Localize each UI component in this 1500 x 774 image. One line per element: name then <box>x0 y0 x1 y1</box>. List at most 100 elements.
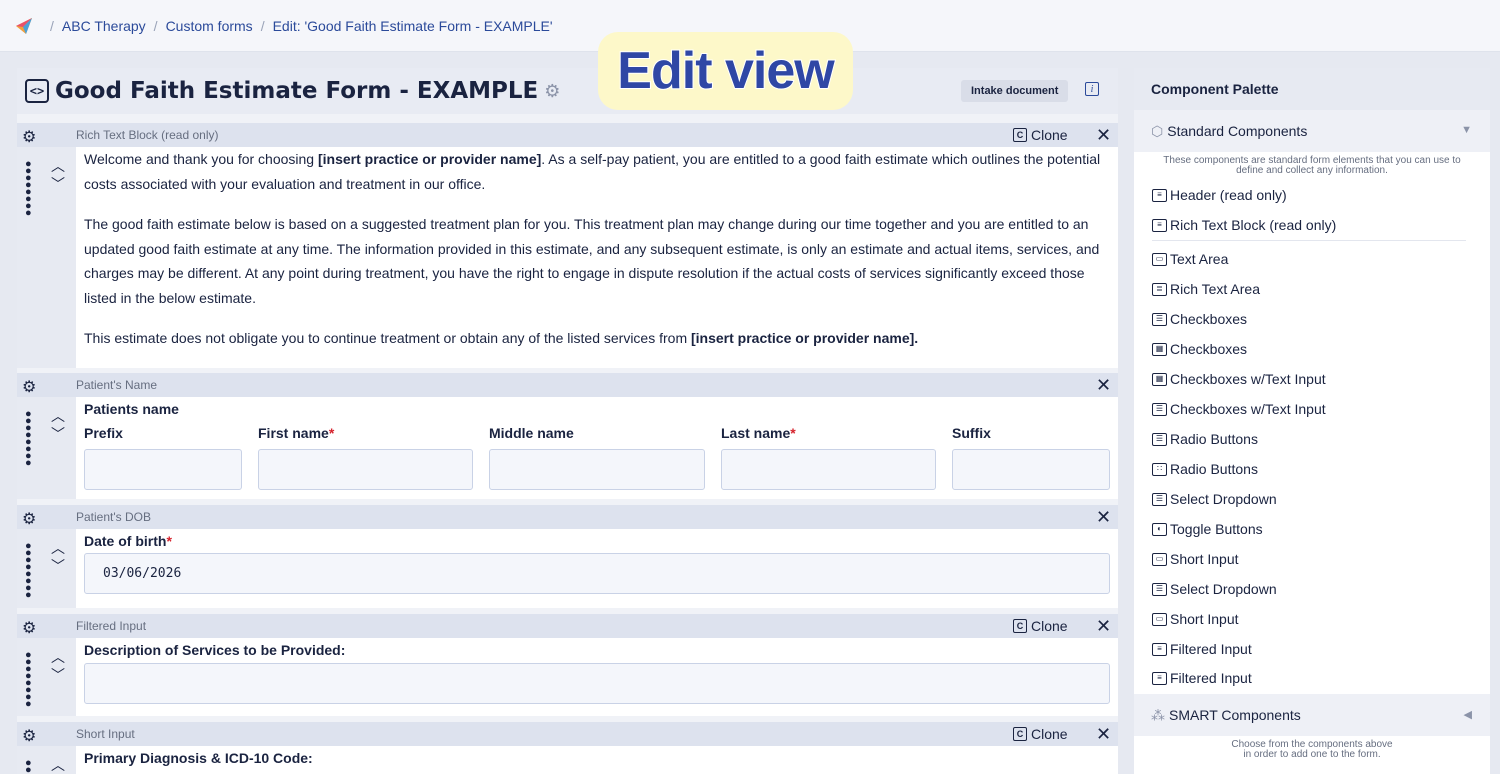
block-settings-gear-icon[interactable]: ⚙ <box>22 377 36 397</box>
suffix-label: Suffix <box>952 425 991 441</box>
remove-block-close-icon[interactable]: ✕ <box>1096 724 1111 745</box>
checkbox-grid-icon: ▦ <box>1152 372 1167 386</box>
palette-item-label: Select Dropdown <box>1170 581 1277 597</box>
palette-item-toggle-buttons[interactable]: ◐ Toggle Buttons <box>1152 519 1263 539</box>
last-name-text: Last name <box>721 425 791 441</box>
clone-label: Clone <box>1031 726 1068 742</box>
clone-button[interactable]: C Clone <box>1013 127 1068 143</box>
remove-block-close-icon[interactable]: ✕ <box>1096 375 1111 396</box>
palette-item-select-dropdown[interactable]: ☰ Select Dropdown <box>1152 489 1277 509</box>
clone-button[interactable]: C Clone <box>1013 726 1068 742</box>
palette-item-rich-text-block[interactable]: ≡ Rich Text Block (read only) <box>1152 215 1336 235</box>
edit-view-badge: Edit view <box>598 32 853 110</box>
smart-components-label: SMART Components <box>1169 707 1301 723</box>
move-down-chevron-icon[interactable]: ﹀ <box>51 666 69 684</box>
component-palette: Component Palette ⬡ Standard Components … <box>1134 68 1490 774</box>
palette-item-checkboxes-grid[interactable]: ▦ Checkboxes <box>1152 339 1247 359</box>
last-name-input[interactable] <box>721 449 936 490</box>
middle-name-input[interactable] <box>489 449 705 490</box>
move-up-chevron-icon[interactable]: ︿ <box>51 539 69 557</box>
suffix-input[interactable] <box>952 449 1110 490</box>
block-settings-gear-icon[interactable]: ⚙ <box>22 726 36 746</box>
move-up-chevron-icon[interactable]: ︿ <box>51 648 69 666</box>
drag-handle-icon[interactable]: ● ● ● ● ● ● ● ● <box>25 409 37 469</box>
collapse-caret-down-icon[interactable]: ▼ <box>1461 124 1472 136</box>
dropdown-icon: ☰ <box>1152 492 1167 506</box>
breadcrumb-link-custom-forms[interactable]: Custom forms <box>166 18 253 34</box>
form-settings-gear-icon[interactable]: ⚙ <box>544 81 560 102</box>
palette-item-checkboxes-text-input-list[interactable]: ☰ Checkboxes w/Text Input <box>1152 399 1326 419</box>
breadcrumb-link-practice[interactable]: ABC Therapy <box>62 18 146 34</box>
first-name-label: First name* <box>258 425 334 441</box>
palette-item-text-area[interactable]: ▭ Text Area <box>1152 249 1228 269</box>
palette-item-radio-buttons[interactable]: ☰ Radio Buttons <box>1152 429 1258 449</box>
palette-item-checkboxes-text-input[interactable]: ▦ Checkboxes w/Text Input <box>1152 369 1326 389</box>
move-down-chevron-icon[interactable]: ﹀ <box>51 175 69 193</box>
block-type-label: Short Input <box>76 727 135 741</box>
palette-item-label: Radio Buttons <box>1170 461 1258 477</box>
rich-text-block-icon: ≡ <box>1152 218 1167 232</box>
move-down-chevron-icon[interactable]: ﹀ <box>51 425 69 443</box>
move-up-chevron-icon[interactable]: ︿ <box>51 756 69 774</box>
remove-block-close-icon[interactable]: ✕ <box>1096 616 1111 637</box>
clone-label: Clone <box>1031 618 1068 634</box>
remove-block-close-icon[interactable]: ✕ <box>1096 125 1111 146</box>
clone-icon: C <box>1013 128 1027 142</box>
checkbox-list-icon: ☰ <box>1152 312 1167 326</box>
move-down-chevron-icon[interactable]: ﹀ <box>51 557 69 575</box>
expand-caret-left-icon[interactable]: ◀ <box>1464 708 1472 721</box>
drag-handle-icon[interactable]: ● ● ● ● ● ● ● ● <box>25 650 37 710</box>
smart-components-header[interactable]: ⁂ SMART Components ◀ <box>1134 694 1490 736</box>
smart-cluster-icon: ⁂ <box>1151 706 1165 723</box>
drag-handle-icon[interactable]: ● ● ● ● ● ● ● ● <box>25 541 37 601</box>
palette-item-checkboxes[interactable]: ☰ Checkboxes <box>1152 309 1247 329</box>
block-toolbar: ⚙ Short Input C Clone ✕ <box>17 722 1118 746</box>
info-icon[interactable]: i <box>1085 82 1099 96</box>
block-toolbar: ⚙ Patient's Name ✕ <box>17 373 1118 397</box>
intake-document-button[interactable]: Intake document <box>961 80 1069 102</box>
clone-button[interactable]: C Clone <box>1013 618 1068 634</box>
drag-handle-icon[interactable]: ● ● ● ● ● ● ● ● <box>25 159 37 219</box>
palette-item-header[interactable]: ≡ Header (read only) <box>1152 185 1287 205</box>
palette-item-filtered-input[interactable]: ≡ Filtered Input <box>1152 639 1252 659</box>
block-settings-gear-icon[interactable]: ⚙ <box>22 618 36 638</box>
palette-item-radio-buttons-grid[interactable]: ∷ Radio Buttons <box>1152 459 1258 479</box>
app-logo-icon[interactable] <box>14 16 34 36</box>
code-view-icon[interactable]: <> <box>25 79 49 103</box>
block-toolbar: ⚙ Rich Text Block (read only) C Clone ✕ <box>17 123 1118 147</box>
block-type-label: Patient's Name <box>76 378 157 392</box>
palette-item-label: Rich Text Block (read only) <box>1170 217 1337 233</box>
clone-label: Clone <box>1031 127 1068 143</box>
standard-components-label: Standard Components <box>1167 123 1308 139</box>
clone-icon: C <box>1013 727 1027 741</box>
palette-item-short-input[interactable]: ▭ Short Input <box>1152 549 1239 569</box>
palette-item-short-input-2[interactable]: ▭ Short Input <box>1152 609 1239 629</box>
prefix-input[interactable] <box>84 449 242 490</box>
required-mark: * <box>790 425 796 441</box>
services-input[interactable] <box>84 663 1110 704</box>
short-input-icon: ▭ <box>1152 552 1167 566</box>
move-up-chevron-icon[interactable]: ︿ <box>51 157 69 175</box>
standard-components-header[interactable]: ⬡ Standard Components ▼ <box>1134 110 1490 152</box>
first-name-text: First name <box>258 425 329 441</box>
palette-item-rich-text-area[interactable]: ≣ Rich Text Area <box>1152 279 1260 299</box>
filtered-input-icon: ≡ <box>1152 671 1167 685</box>
first-name-input[interactable] <box>258 449 473 490</box>
cube-icon: ⬡ <box>1151 122 1164 139</box>
move-up-chevron-icon[interactable]: ︿ <box>51 407 69 425</box>
breadcrumb-current-page: Edit: 'Good Faith Estimate Form - EXAMPL… <box>272 17 553 34</box>
rich-text-span: This estimate does not obligate you to c… <box>84 330 691 346</box>
block-settings-gear-icon[interactable]: ⚙ <box>22 127 36 147</box>
services-field: Description of Services to be Provided: <box>84 642 1110 704</box>
date-of-birth-input[interactable]: 03/06/2026 <box>84 553 1110 594</box>
block-settings-gear-icon[interactable]: ⚙ <box>22 509 36 529</box>
required-mark: * <box>166 533 172 549</box>
palette-item-label: Select Dropdown <box>1170 491 1277 507</box>
palette-item-select-dropdown-2[interactable]: ☰ Select Dropdown <box>1152 579 1277 599</box>
drag-handle-icon[interactable]: ● ●● ● <box>25 758 37 774</box>
palette-item-label: Short Input <box>1170 611 1239 627</box>
remove-block-close-icon[interactable]: ✕ <box>1096 507 1111 528</box>
palette-item-filtered-input-2[interactable]: ≡ Filtered Input <box>1152 668 1252 688</box>
field-heading: Patients name <box>84 401 179 417</box>
rich-text-paragraph: The good faith estimate below is based o… <box>84 216 1100 306</box>
